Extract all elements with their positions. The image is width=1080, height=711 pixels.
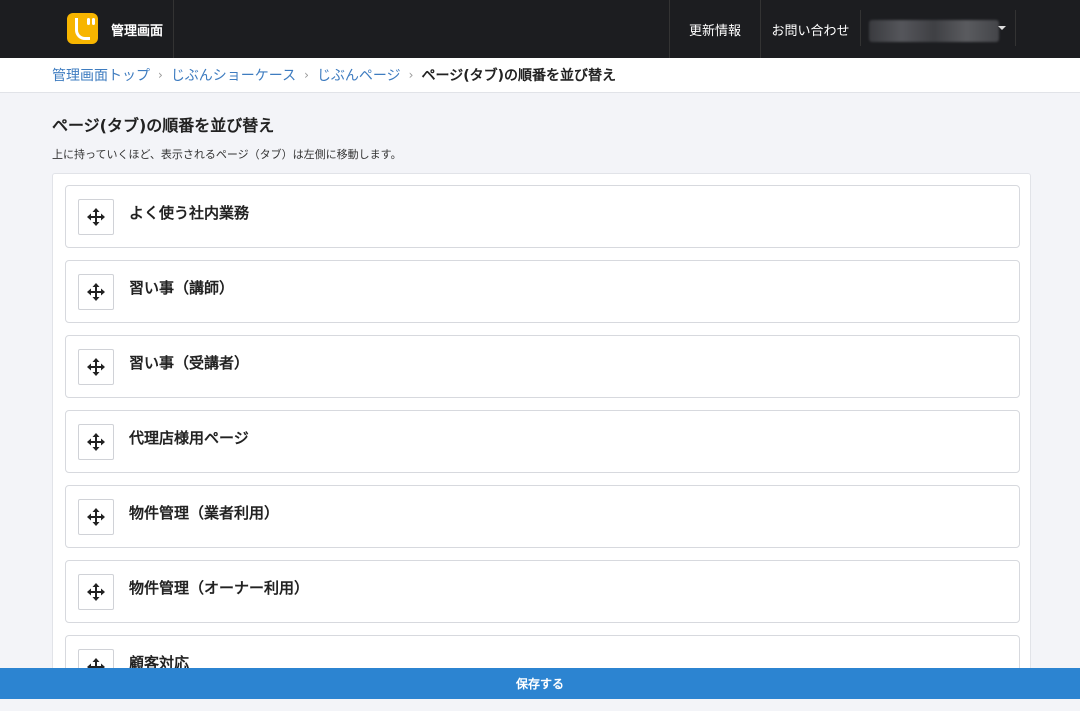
breadcrumb-separator: › [408,68,414,82]
move-arrows-icon[interactable] [78,424,114,460]
breadcrumb-showcase[interactable]: じぶんショーケース [171,65,296,85]
sortable-item-label: よく使う社内業務 [129,204,250,222]
sortable-item-label: 習い事（受講者） [129,354,250,372]
sortable-item[interactable]: 習い事（受講者） [65,335,1020,398]
sortable-item[interactable]: 習い事（講師） [65,260,1020,323]
user-menu-dropdown[interactable] [860,10,1016,46]
breadcrumb-current: ページ(タブ)の順番を並び替え [421,68,617,84]
page-description: 上に持っていくほど、表示されるページ（タブ）は左側に移動します。 [52,148,402,161]
save-button[interactable]: 保存する [0,668,1080,699]
app-title: 管理画面 [111,24,164,39]
user-name-redacted [869,20,999,42]
move-arrows-icon[interactable] [78,199,114,235]
breadcrumb-separator: › [158,68,163,82]
sortable-item[interactable]: 代理店様用ページ [65,410,1020,473]
breadcrumb-jibun-page[interactable]: じぶんページ [317,65,401,85]
breadcrumb-separator: › [304,68,309,82]
sortable-item-label: 物件管理（業者利用） [129,504,280,522]
page-title: ページ(タブ)の順番を並び替え [52,116,275,135]
sortable-item-label: 習い事（講師） [129,279,235,297]
bottom-strip [0,699,1080,711]
breadcrumb: 管理画面トップ › じぶんショーケース › じぶんページ › ページ(タブ)の順… [0,58,1080,93]
nav-updates-link[interactable]: 更新情報 [669,0,760,58]
move-arrows-icon[interactable] [78,574,114,610]
sortable-item[interactable]: 物件管理（オーナー利用） [65,560,1020,623]
sortable-list: よく使う社内業務 習い事（講師） 習い事（受講者） 代理店様用ページ 物件管理（… [52,173,1031,693]
sortable-item[interactable]: 物件管理（業者利用） [65,485,1020,548]
app-logo-icon [67,13,98,44]
sortable-item[interactable]: よく使う社内業務 [65,185,1020,248]
brand[interactable]: 管理画面 [52,0,174,58]
breadcrumb-admin-top[interactable]: 管理画面トップ [52,65,150,85]
top-navbar: 管理画面 更新情報 お問い合わせ [0,0,1080,58]
sortable-item-label: 物件管理（オーナー利用） [129,579,310,597]
move-arrows-icon[interactable] [78,274,114,310]
caret-down-icon [998,26,1006,30]
move-arrows-icon[interactable] [78,499,114,535]
nav-contact-link[interactable]: お問い合わせ [760,0,860,58]
sortable-item-label: 代理店様用ページ [129,429,249,447]
move-arrows-icon[interactable] [78,349,114,385]
